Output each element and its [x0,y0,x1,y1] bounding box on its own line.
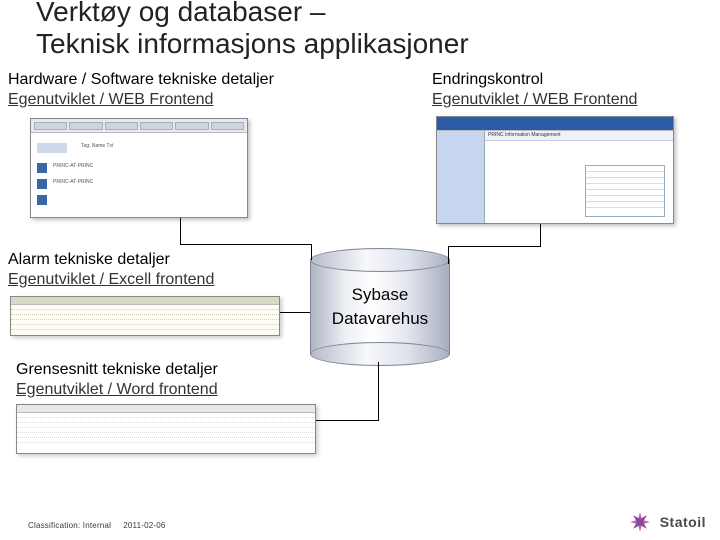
connector [316,420,378,421]
screenshot-hw-sw: Tag: Name Txt PRINC-AT-PRINC PRINC-AT-PR… [30,118,248,218]
footer-brand: Statoil [626,508,706,536]
section-endring-heading: Endringskontrol [432,70,637,90]
connector [180,244,312,245]
connector [378,362,379,421]
slide-title: Verktøy og databaser – Teknisk informasj… [36,0,469,60]
connector [280,312,310,313]
section-alarm: Alarm tekniske detaljer Egenutviklet / E… [8,250,214,290]
db-label-1: Sybase [352,285,409,305]
screenshot-endring: PRINC Information Management [436,116,674,224]
footer: Classification: Internal 2011-02-06 Stat… [0,506,720,540]
connector [448,246,541,247]
connector [540,224,541,246]
db-label-2: Datavarehus [332,309,428,329]
title-line2: Teknisk informasjons applikasjoner [36,28,469,59]
statoil-star-icon [626,508,654,536]
section-alarm-sub: Egenutviklet / Excell frontend [8,270,214,290]
title-line1: Verktøy og databaser – [36,0,326,27]
database-cylinder: Sybase Datavarehus [310,252,450,362]
section-endring-sub: Egenutviklet / WEB Frontend [432,90,637,110]
footer-classification-value: Internal [83,521,111,530]
section-hw-sw: Hardware / Software tekniske detaljer Eg… [8,70,274,110]
footer-brand-name: Statoil [660,514,706,530]
section-endring: Endringskontrol Egenutviklet / WEB Front… [432,70,637,110]
footer-text: Classification: Internal 2011-02-06 [28,521,166,530]
footer-date: 2011-02-06 [123,521,165,530]
connector [180,218,181,244]
section-grense-sub: Egenutviklet / Word frontend [16,380,218,400]
connector [448,246,449,264]
screenshot-grense [16,404,316,454]
footer-classification-label: Classification: [28,521,80,530]
section-alarm-heading: Alarm tekniske detaljer [8,250,214,270]
section-grense-heading: Grensesnitt tekniske detaljer [16,360,218,380]
section-grense: Grensesnitt tekniske detaljer Egenutvikl… [16,360,218,400]
screenshot-alarm [10,296,280,336]
connector [311,244,312,260]
section-hw-sw-heading: Hardware / Software tekniske detaljer [8,70,274,90]
section-hw-sw-sub: Egenutviklet / WEB Frontend [8,90,274,110]
